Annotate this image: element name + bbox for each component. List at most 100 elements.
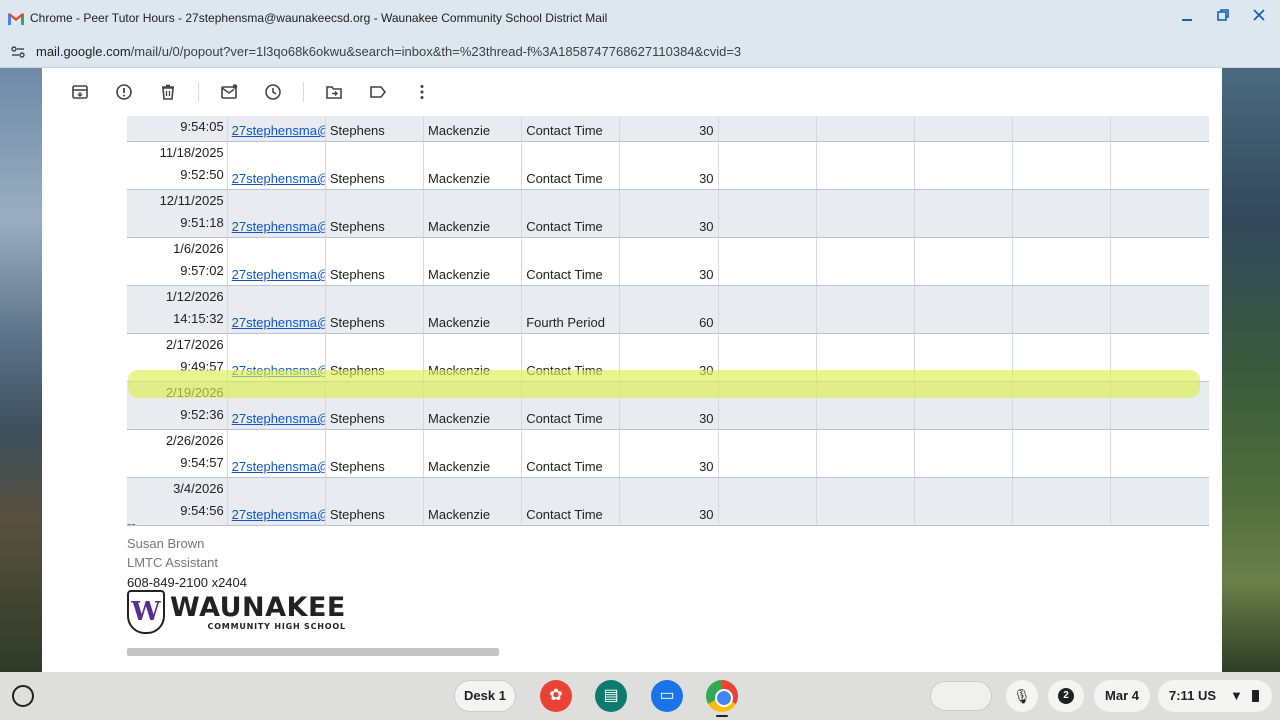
- empty-cell: [1110, 429, 1209, 478]
- empty-cell: [914, 477, 1014, 526]
- date-button[interactable]: Mar 4: [1094, 680, 1150, 712]
- email-cell: 27stephensma@: [227, 333, 326, 382]
- minutes-cell: 30: [619, 477, 719, 526]
- email-link[interactable]: 27stephensma@: [232, 267, 325, 282]
- empty-cell: [1110, 333, 1209, 382]
- files-icon[interactable]: ▭: [651, 680, 683, 712]
- url-text[interactable]: mail.google.com/mail/u/0/popout?ver=1l3q…: [36, 44, 741, 59]
- type-cell: Contact Time: [521, 189, 621, 238]
- empty-cell: [1012, 477, 1112, 526]
- empty-cell: [1110, 116, 1209, 142]
- empty-cell: [1110, 285, 1209, 334]
- snooze-icon[interactable]: [261, 80, 285, 104]
- timestamp-cell: 2/26/2026 9:54:57: [127, 429, 228, 478]
- report-spam-icon[interactable]: [112, 80, 136, 104]
- table-row: 2/19/2026 9:52:36 27stephensma@ Stephens …: [127, 381, 1209, 430]
- empty-cell: [1110, 189, 1209, 238]
- empty-cell: [1012, 189, 1112, 238]
- logo-main-text: WAUNAKEE: [170, 591, 346, 623]
- minutes-cell: 60: [619, 285, 719, 334]
- table-row: 2/17/2026 9:49:57 27stephensma@ Stephens …: [127, 333, 1209, 382]
- notification-count: 2: [1058, 688, 1074, 704]
- email-link[interactable]: 27stephensma@: [232, 171, 325, 186]
- toolbar-divider: [198, 82, 199, 102]
- empty-cell: [914, 333, 1014, 382]
- archive-icon[interactable]: [68, 80, 92, 104]
- status-area[interactable]: 7:11 US ▼: [1158, 680, 1272, 712]
- email-link[interactable]: 27stephensma@: [232, 411, 325, 426]
- type-cell: Fourth Period: [521, 285, 621, 334]
- locale-indicator: US: [1197, 688, 1216, 703]
- first-name-cell: Mackenzie: [423, 237, 523, 286]
- desk-button[interactable]: Desk 1: [454, 680, 516, 712]
- empty-cell: [816, 141, 915, 190]
- minutes-cell: 30: [619, 237, 719, 286]
- first-name-cell: Mackenzie: [423, 429, 523, 478]
- minutes-cell: 30: [619, 381, 719, 430]
- email-signature: -- Susan Brown LMTC Assistant 608-849-21…: [127, 514, 247, 592]
- system-shelf: Desk 1 ✿ ▤ ▭ 🎙 2 Mar 4 7:11 US ▼: [0, 672, 1280, 720]
- restore-icon[interactable]: [1214, 8, 1232, 26]
- move-to-icon[interactable]: [322, 80, 346, 104]
- empty-cell: [1012, 333, 1112, 382]
- minimize-icon[interactable]: [1178, 8, 1196, 26]
- first-name-cell: Mackenzie: [423, 381, 523, 430]
- first-name-cell: Mackenzie: [423, 477, 523, 526]
- empty-cell: [718, 141, 817, 190]
- email-link[interactable]: 27stephensma@: [232, 363, 325, 378]
- email-link[interactable]: 27stephensma@: [232, 219, 325, 234]
- logo-sub-text: COMMUNITY HIGH SCHOOL: [207, 621, 346, 631]
- time-text: 9:51:18: [180, 215, 224, 230]
- launcher-icon[interactable]: [12, 685, 34, 707]
- email-cell: 27stephensma@: [227, 381, 326, 430]
- empty-cell: [1110, 381, 1209, 430]
- table-row: 1/12/2026 14:15:32 27stephensma@ Stephens…: [127, 285, 1209, 334]
- empty-cell: [718, 237, 817, 286]
- address-bar[interactable]: mail.google.com/mail/u/0/popout?ver=1l3q…: [0, 36, 1280, 68]
- time-text: 9:52:36: [180, 407, 224, 422]
- desk-thumbnail[interactable]: [930, 681, 992, 711]
- more-icon[interactable]: [410, 80, 434, 104]
- timestamp-cell: 2/19/2026 9:52:36: [127, 381, 228, 430]
- date-text: 2/19/2026: [165, 385, 224, 400]
- empty-cell: [1012, 237, 1112, 286]
- signature-role: LMTC Assistant: [127, 555, 219, 570]
- empty-cell: [914, 141, 1014, 190]
- notification-button[interactable]: 2: [1048, 680, 1084, 712]
- school-logo: W WAUNAKEE COMMUNITY HIGH SCHOOL: [127, 590, 346, 634]
- first-name-cell: Mackenzie: [423, 333, 523, 382]
- empty-cell: [914, 429, 1014, 478]
- palette-icon[interactable]: ✿: [540, 680, 572, 712]
- type-cell: Contact Time: [521, 116, 621, 142]
- table-row: 3/4/2026 9:54:56 27stephensma@ Stephens M…: [127, 477, 1209, 526]
- horizontal-scrollbar[interactable]: [127, 648, 499, 656]
- microphone-icon[interactable]: 🎙: [1006, 680, 1038, 712]
- empty-cell: [718, 429, 817, 478]
- delete-icon[interactable]: [156, 80, 180, 104]
- type-cell: Contact Time: [521, 237, 621, 286]
- classroom-icon[interactable]: ▤: [595, 680, 627, 712]
- chrome-icon[interactable]: [706, 680, 738, 712]
- first-name-cell: Mackenzie: [423, 141, 523, 190]
- mark-unread-icon[interactable]: [217, 80, 241, 104]
- empty-cell: [816, 381, 915, 430]
- close-icon[interactable]: [1250, 8, 1268, 26]
- signature-name: Susan Brown: [127, 535, 205, 551]
- empty-cell: [1012, 141, 1112, 190]
- email-link[interactable]: 27stephensma@: [232, 123, 325, 138]
- time-text: 9:52:50: [180, 167, 224, 182]
- gmail-icon: [8, 12, 24, 25]
- empty-cell: [816, 333, 915, 382]
- site-settings-icon[interactable]: [10, 44, 26, 60]
- mail-popout: 9:54:05 27stephensma@ Stephens Mackenzie…: [42, 68, 1222, 672]
- time-text: 9:54:57: [180, 455, 224, 470]
- empty-cell: [816, 477, 915, 526]
- email-link[interactable]: 27stephensma@: [232, 459, 325, 474]
- email-link[interactable]: 27stephensma@: [232, 315, 325, 330]
- empty-cell: [1012, 429, 1112, 478]
- last-name-cell: Stephens: [325, 189, 425, 238]
- label-icon[interactable]: [366, 80, 390, 104]
- type-cell: Contact Time: [521, 477, 621, 526]
- empty-cell: [816, 116, 915, 142]
- time-text: 9:57:02: [180, 263, 224, 278]
